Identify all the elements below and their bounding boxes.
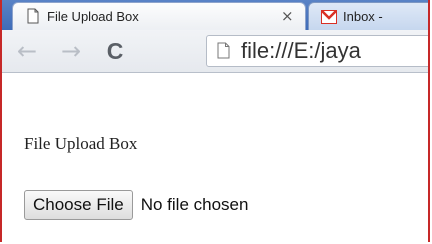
- browser-toolbar: ← → C file:///E:/jaya: [2, 30, 428, 73]
- page-icon: [27, 8, 39, 24]
- tab-strip: File Upload Box × Inbox -: [2, 0, 428, 31]
- page-icon: [217, 42, 230, 59]
- tab-title: Inbox -: [343, 9, 383, 24]
- close-tab-icon[interactable]: ×: [281, 7, 294, 25]
- file-input[interactable]: Choose File No file chosen: [24, 190, 248, 220]
- address-bar[interactable]: file:///E:/jaya: [206, 35, 428, 67]
- tab-inbox[interactable]: Inbox -: [308, 2, 428, 31]
- reload-button[interactable]: C: [102, 38, 128, 64]
- tab-title: File Upload Box: [47, 9, 139, 24]
- tab-file-upload-box[interactable]: File Upload Box ×: [12, 2, 306, 31]
- gmail-icon: [321, 10, 337, 24]
- browser-window: File Upload Box × Inbox - ← → C file:///…: [0, 0, 430, 242]
- address-text: file:///E:/jaya: [241, 38, 361, 63]
- page-heading: File Upload Box: [24, 134, 138, 153]
- forward-button[interactable]: →: [58, 38, 84, 64]
- choose-file-button[interactable]: Choose File: [24, 190, 133, 220]
- file-status-text: No file chosen: [140, 195, 249, 214]
- back-button[interactable]: ←: [14, 38, 40, 64]
